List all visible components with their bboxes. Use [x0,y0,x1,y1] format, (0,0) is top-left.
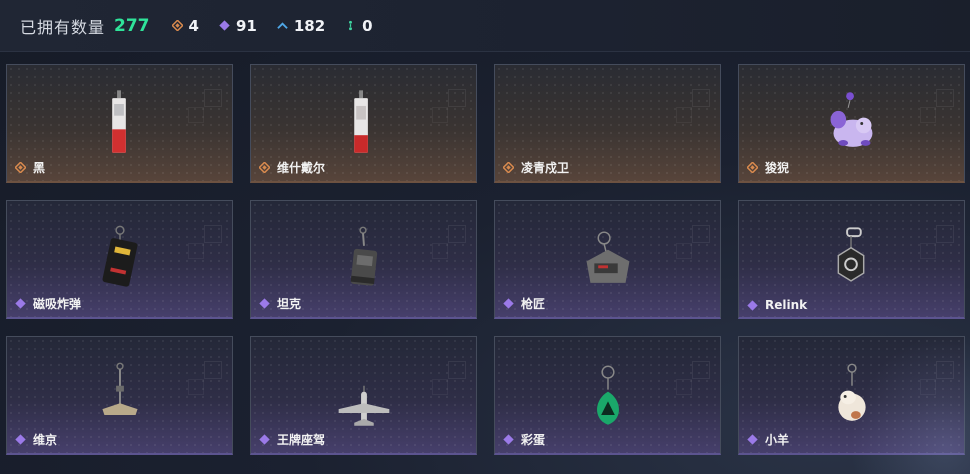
blue-chevron-icon [277,22,288,29]
charm-card-8[interactable]: 维京 [6,336,233,455]
charm-name: 凌青戍卫 [521,161,570,175]
charm-card-2[interactable]: 凌青戍卫 [494,64,721,183]
owned-count: 277 [114,15,150,36]
stat-orange-value: 4 [188,16,199,35]
orange-diamond-icon [747,162,758,173]
stat-blue-value: 182 [293,16,326,35]
charm-name: 枪匠 [521,297,546,311]
charm-card-9[interactable]: 王牌座驾 [250,336,477,455]
charm-card-3[interactable]: 狻猊 [738,64,965,183]
purple-diamond-icon [259,298,270,309]
stat-purple: 91 [219,17,257,35]
stat-green: 0 [345,16,373,35]
charm-name: 王牌座驾 [277,433,326,447]
green-dots-icon [349,20,353,31]
charm-name: 维什戴尔 [277,161,326,175]
charm-name: Relink [765,298,808,312]
charm-name: 磁吸炸弹 [33,297,82,311]
stat-orange: 4 [171,16,199,35]
charm-name: 狻猊 [765,161,790,175]
charm-card-11[interactable]: 小羊 [738,336,965,455]
charm-name: 黑 [33,161,46,175]
purple-diamond-icon [503,298,514,309]
stat-blue: 182 [277,17,325,35]
purple-diamond-icon [503,434,514,445]
charm-card-4[interactable]: 磁吸炸弹 [6,200,233,319]
purple-diamond-icon [747,434,758,445]
orange-diamond-icon [259,162,270,173]
charm-name: 小羊 [765,433,790,447]
charm-card-6[interactable]: 枪匠 [494,200,721,319]
charm-card-5[interactable]: 坦克 [250,200,477,319]
charm-card-1[interactable]: 维什戴尔 [250,64,477,183]
orange-diamond-icon [15,162,26,173]
owned-label: 已拥有数量 [20,17,106,37]
purple-diamond-icon [219,20,230,31]
purple-diamond-icon [15,298,26,309]
charm-card-7[interactable]: Relink [738,200,965,319]
stat-green-value: 0 [362,16,373,35]
purple-diamond-icon [747,299,758,311]
stat-purple-value: 91 [235,16,257,35]
purple-diamond-icon [15,434,26,445]
collection-header: 已拥有数量 277 4 91 182 0 [0,0,970,52]
orange-diamond-icon [171,20,183,31]
charm-name: 彩蛋 [521,433,546,447]
purple-diamond-icon [259,434,270,445]
orange-diamond-icon [503,162,514,173]
charm-card-0[interactable]: 黑 [6,64,233,183]
charm-card-10[interactable]: 彩蛋 [494,336,721,455]
charm-name: 坦克 [277,297,302,311]
charm-name: 维京 [33,433,58,447]
